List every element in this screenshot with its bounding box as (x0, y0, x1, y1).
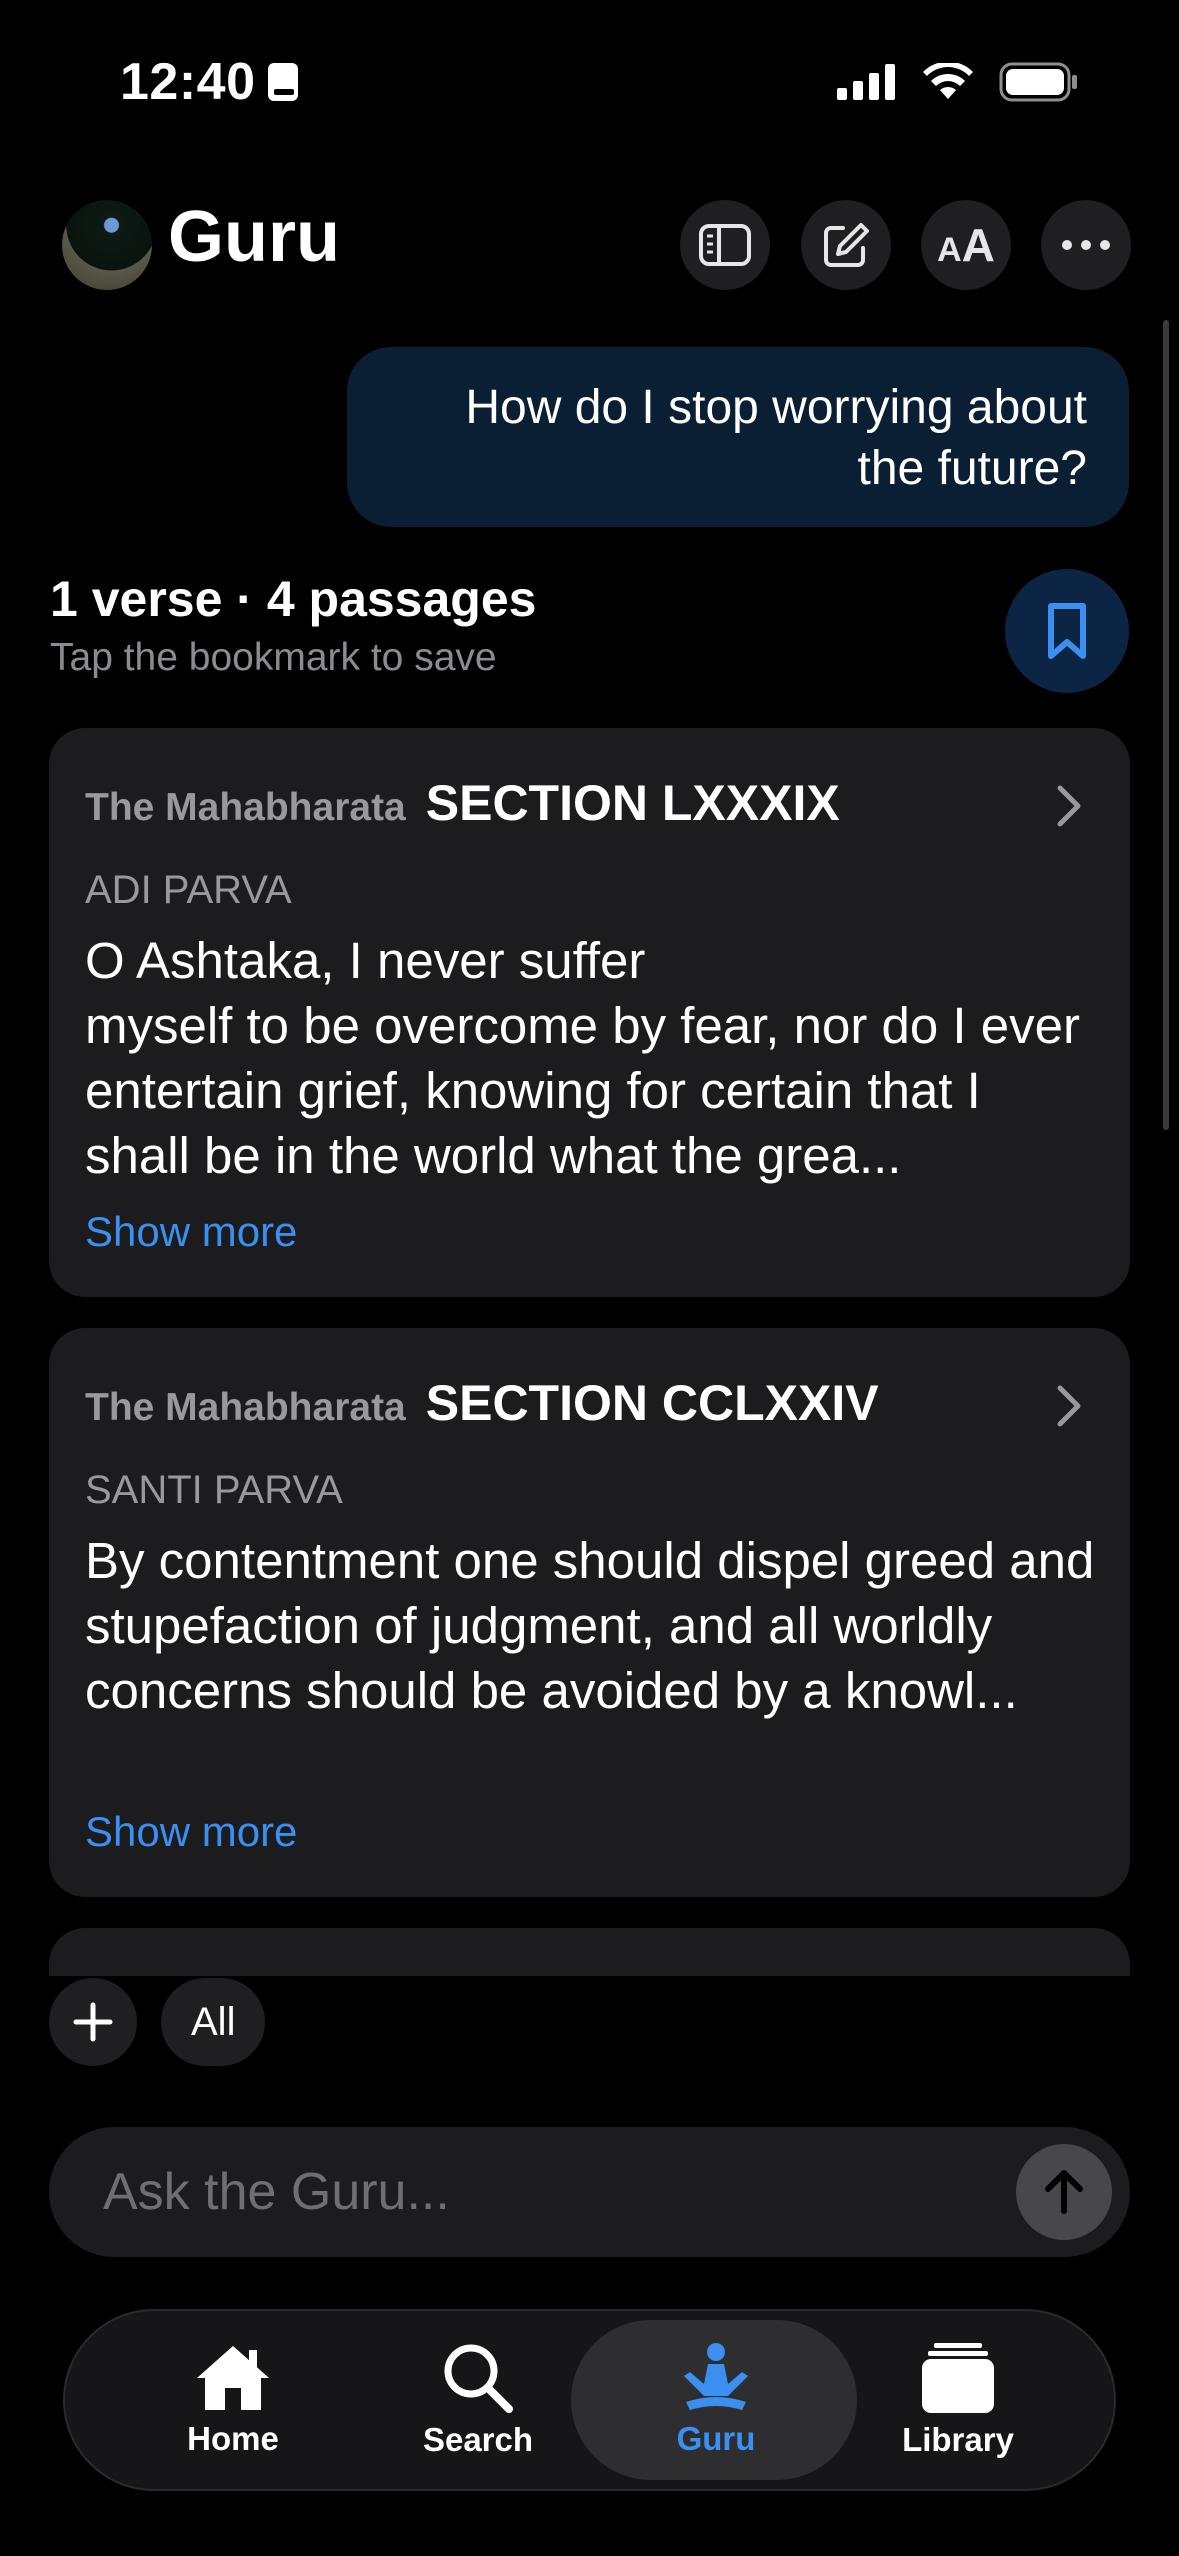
tab-library[interactable]: Library (873, 2309, 1043, 2491)
passage-card-partial[interactable] (49, 1928, 1130, 1976)
ask-input[interactable] (103, 2127, 1003, 2257)
passage-card[interactable]: The Mahabharata SECTION CCLXXIV SANTI PA… (49, 1328, 1130, 1897)
sidebar-button[interactable] (680, 200, 770, 290)
text-size-icon: AA (937, 219, 995, 271)
compose-button[interactable] (801, 200, 891, 290)
library-icon (922, 2343, 994, 2413)
add-filter-button[interactable] (49, 1978, 137, 2066)
bookmark-button[interactable] (1005, 569, 1129, 693)
card-parva: SANTI PARVA (85, 1468, 343, 1512)
card-header: The Mahabharata SECTION LXXXIX (85, 774, 840, 832)
tab-label: Guru (676, 2420, 756, 2457)
tab-search[interactable]: Search (393, 2309, 563, 2491)
show-more-link[interactable]: Show more (85, 1208, 297, 1256)
filter-chip-all[interactable]: All (161, 1978, 266, 2066)
meditation-icon (684, 2343, 748, 2410)
status-time-label: 12:40 (120, 53, 256, 111)
tab-label: Library (902, 2421, 1014, 2458)
card-book: The Mahabharata (85, 1386, 406, 1429)
card-parva: ADI PARVA (85, 868, 292, 912)
passage-card[interactable]: The Mahabharata SECTION LXXXIX ADI PARVA… (49, 728, 1130, 1297)
tab-bar: Home Search Guru Library (63, 2309, 1116, 2491)
card-text: O Ashtaka, I never suffer myself to be o… (85, 932, 1080, 1184)
chevron-right-icon[interactable] (1056, 1384, 1082, 1428)
text-size-button[interactable]: AA (921, 200, 1011, 290)
tab-home[interactable]: Home (153, 2309, 313, 2491)
card-section: SECTION LXXXIX (425, 775, 840, 831)
status-time: 12:40 (120, 52, 300, 112)
user-message-bubble: How do I stop worrying about the future? (347, 347, 1129, 527)
show-more-link[interactable]: Show more (85, 1808, 297, 1856)
results-hint: Tap the bookmark to save (50, 636, 497, 679)
composer (49, 2127, 1130, 2257)
more-icon (1062, 240, 1110, 250)
bookmark-icon (1048, 603, 1086, 659)
arrow-up-icon (1045, 2170, 1083, 2214)
tab-label: Search (422, 2421, 534, 2458)
card-section: SECTION CCLXXIV (425, 1375, 879, 1431)
results-summary: 1 verse · 4 passages (50, 571, 537, 627)
home-icon (197, 2346, 269, 2410)
compose-icon (824, 223, 869, 267)
wifi-icon (923, 63, 973, 99)
card-book: The Mahabharata (85, 786, 406, 829)
page-title: Guru (168, 197, 340, 277)
avatar[interactable] (62, 200, 152, 290)
card-text: By contentment one should dispel greed a… (85, 1532, 1095, 1719)
cellular-signal-icon (837, 64, 895, 100)
sidebar-icon (699, 224, 751, 266)
battery-icon (999, 62, 1077, 102)
send-button[interactable] (1016, 2144, 1112, 2240)
card-header: The Mahabharata SECTION CCLXXIV (85, 1374, 879, 1432)
search-icon (444, 2344, 513, 2413)
chevron-right-icon[interactable] (1056, 784, 1082, 828)
plus-icon (73, 2002, 113, 2042)
tab-guru[interactable]: Guru (631, 2309, 801, 2491)
more-button[interactable] (1041, 200, 1131, 290)
reading-mode-icon (267, 63, 298, 101)
tab-label: Home (187, 2420, 279, 2457)
scrollbar[interactable] (1163, 320, 1169, 1130)
status-icons (837, 62, 1079, 102)
